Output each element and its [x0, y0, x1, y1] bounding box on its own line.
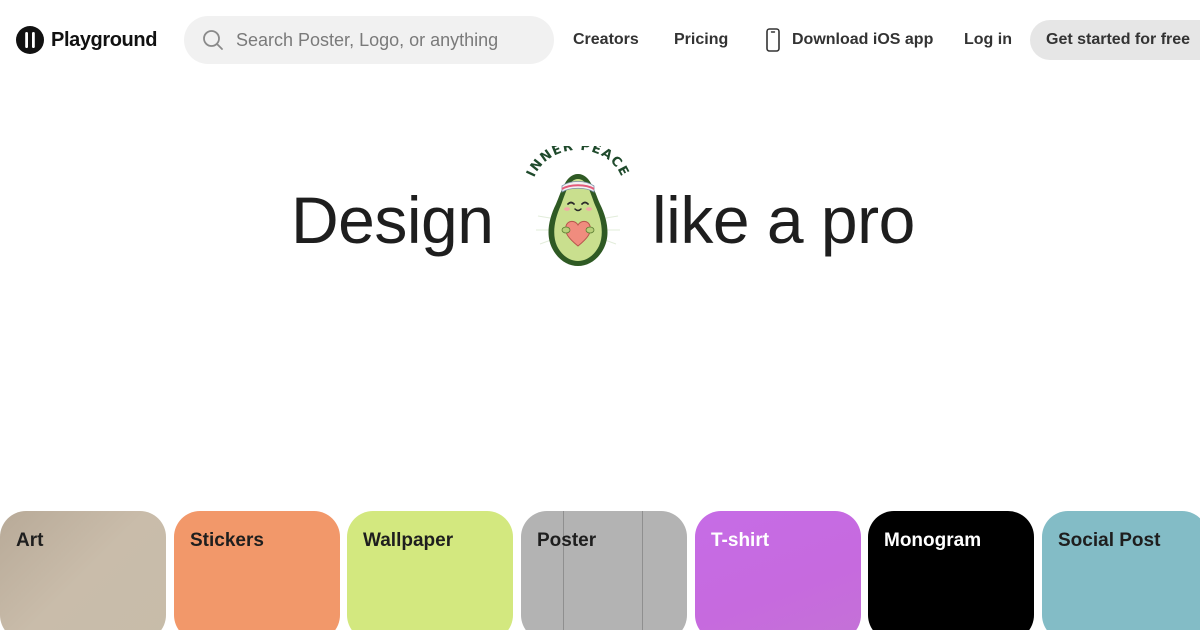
hero-heading-right: like a pro [652, 183, 915, 257]
category-card-social-post[interactable]: Social Post [1042, 511, 1200, 630]
category-card-wallpaper[interactable]: Wallpaper [347, 511, 513, 630]
category-card-art[interactable]: Art [0, 511, 166, 630]
download-ios-app-link[interactable]: Download iOS app [764, 28, 933, 52]
poster-frame-line [642, 511, 643, 630]
search-icon [203, 30, 223, 50]
category-label: Stickers [190, 530, 264, 551]
brand-name: Playground [51, 28, 158, 51]
avocado-sticker-icon: INNER PEACE [522, 146, 634, 272]
get-started-button[interactable]: Get started for free [1030, 20, 1200, 60]
download-ios-app-label: Download iOS app [792, 31, 934, 48]
poster-frame-line [563, 511, 564, 630]
category-label: Social Post [1058, 530, 1161, 551]
playground-logo-icon [16, 26, 44, 54]
brand-logo-link[interactable]: Playground [16, 26, 157, 54]
category-card-monogram[interactable]: Monogram [868, 511, 1034, 630]
search-bar[interactable] [184, 16, 554, 64]
page: Playground Creators Pricing Download iOS… [0, 0, 1200, 630]
category-card-tshirt[interactable]: T-shirt [695, 511, 861, 630]
category-label: Poster [537, 530, 597, 551]
search-input[interactable] [236, 16, 536, 64]
category-label: Monogram [884, 530, 982, 551]
top-navigation: Playground Creators Pricing Download iOS… [0, 0, 1200, 80]
phone-icon [766, 28, 780, 52]
category-label: Art [16, 530, 44, 551]
category-card-poster[interactable]: Poster [521, 511, 687, 630]
nav-pricing-link[interactable]: Pricing [674, 28, 728, 52]
category-label: Wallpaper [363, 530, 454, 551]
nav-creators-link[interactable]: Creators [573, 28, 639, 52]
login-link[interactable]: Log in [964, 28, 1012, 52]
category-card-stickers[interactable]: Stickers [174, 511, 340, 630]
hero-heading-left: Design [291, 183, 494, 257]
category-label: T-shirt [711, 530, 770, 551]
